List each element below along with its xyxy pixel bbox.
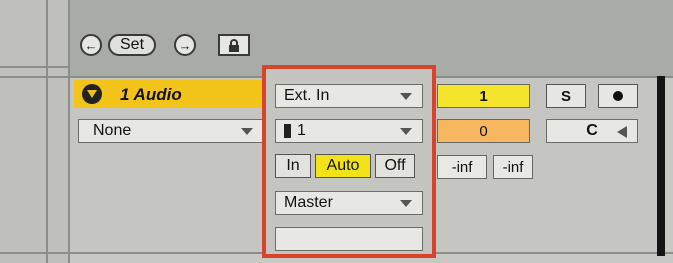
monitor-in-button[interactable]: In xyxy=(275,154,311,178)
meter-left-readout: -inf xyxy=(437,155,487,179)
track-name: 1 Audio xyxy=(120,85,182,104)
dropdown-arrow-icon xyxy=(400,93,412,100)
input-type-value: None xyxy=(93,122,132,139)
input-channel-select[interactable]: 1 xyxy=(275,119,423,143)
monitor-auto-button[interactable]: Auto xyxy=(315,154,371,178)
output-channel-field[interactable] xyxy=(275,227,423,251)
set-button-label: Set xyxy=(120,36,145,53)
output-routing-value: Master xyxy=(284,194,333,211)
channel-marker xyxy=(284,124,291,138)
meter-right-readout: -inf xyxy=(493,155,533,179)
track-number-value: 1 xyxy=(479,87,488,105)
input-routing-value: Ext. In xyxy=(284,87,330,104)
pan-left-arrow-icon xyxy=(617,126,627,138)
chevron-down-icon[interactable] xyxy=(82,84,102,104)
routing-panel: Ext. In 1 In Auto Off Master xyxy=(262,65,436,258)
arm-button[interactable] xyxy=(598,84,638,108)
dropdown-arrow-icon xyxy=(400,200,412,207)
meter-left-value: -inf xyxy=(451,158,473,176)
track-title-bar[interactable]: 1 Audio xyxy=(74,80,264,108)
send-value-box[interactable]: 0 xyxy=(437,119,530,143)
column-divider xyxy=(46,0,48,263)
lock-button[interactable] xyxy=(218,34,250,56)
meter-right-value: -inf xyxy=(502,158,524,176)
pan-control[interactable]: C xyxy=(546,119,638,143)
send-value: 0 xyxy=(479,122,488,140)
previous-scene-button[interactable]: ← xyxy=(80,34,102,56)
solo-button[interactable]: S xyxy=(546,84,586,108)
monitor-in-label: In xyxy=(286,157,300,174)
monitor-auto-label: Auto xyxy=(326,157,360,174)
solo-label: S xyxy=(560,87,571,105)
arrow-right-icon: → xyxy=(178,37,192,53)
output-routing-select[interactable]: Master xyxy=(275,191,423,215)
lock-icon xyxy=(229,38,239,52)
left-column xyxy=(0,0,70,263)
input-channel-value: 1 xyxy=(297,122,306,139)
set-button[interactable]: Set xyxy=(108,34,157,56)
input-type-select[interactable]: None xyxy=(78,119,264,143)
input-routing-select[interactable]: Ext. In xyxy=(275,84,423,108)
dropdown-arrow-icon xyxy=(241,128,253,135)
track-number-box[interactable]: 1 xyxy=(437,84,530,108)
monitor-off-button[interactable]: Off xyxy=(375,154,415,178)
monitor-off-label: Off xyxy=(384,157,406,174)
dropdown-arrow-icon xyxy=(400,128,412,135)
row-divider xyxy=(0,66,70,68)
arrow-left-icon: ← xyxy=(84,37,98,53)
record-icon xyxy=(613,91,623,101)
meter-bar xyxy=(657,76,665,256)
pan-label: C xyxy=(586,122,598,139)
next-scene-button[interactable]: → xyxy=(174,34,196,56)
